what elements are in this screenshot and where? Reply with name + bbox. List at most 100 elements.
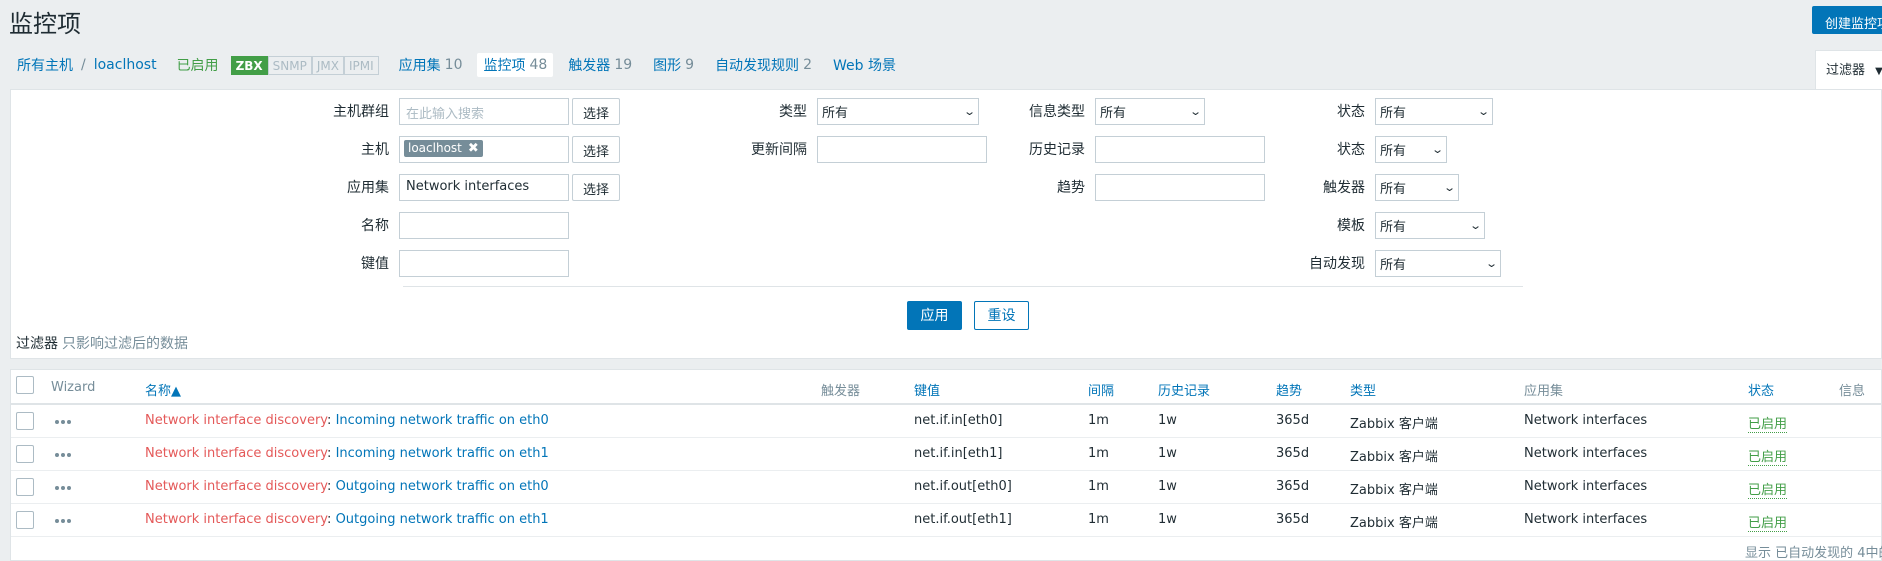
select-all-checkbox[interactable] bbox=[16, 376, 34, 394]
key-cell: net.if.in[eth1] bbox=[914, 446, 1003, 461]
discovery-rule-link[interactable]: Network interface discovery bbox=[145, 413, 327, 428]
key-label: 键值 bbox=[361, 256, 389, 272]
item-name-cell: Network interface discovery: Incoming ne… bbox=[145, 413, 549, 428]
name-row: 名称 bbox=[311, 211, 569, 239]
nav-discovery-rules[interactable]: 自动发现规则 2 bbox=[715, 53, 812, 77]
host-group-select-button[interactable]: 选择 bbox=[572, 97, 621, 125]
chevron-down-icon: ⌄ bbox=[1468, 218, 1482, 232]
key-cell: net.if.in[eth0] bbox=[914, 413, 1003, 428]
host-status-enabled[interactable]: 已启用 bbox=[177, 55, 219, 75]
trends-cell: 365d bbox=[1276, 446, 1310, 461]
host-group-label: 主机群组 bbox=[333, 104, 389, 120]
application-label: 应用集 bbox=[347, 180, 389, 196]
history-cell: 1w bbox=[1158, 512, 1177, 527]
history-input[interactable] bbox=[1095, 135, 1265, 163]
item-name-link[interactable]: Incoming network traffic on eth1 bbox=[336, 446, 549, 461]
status-toggle[interactable]: 已启用 bbox=[1748, 446, 1788, 466]
name-label: 名称 bbox=[361, 218, 389, 234]
header-history[interactable]: 历史记录 bbox=[1158, 380, 1210, 399]
header-name[interactable]: 名称▲ bbox=[145, 380, 181, 399]
status-toggle[interactable]: 已启用 bbox=[1748, 479, 1788, 499]
interval-cell: 1m bbox=[1088, 413, 1109, 428]
nav-applications[interactable]: 应用集 10 bbox=[399, 53, 463, 77]
discovery-select[interactable]: 所有 ⌄ bbox=[1375, 249, 1501, 277]
interval-input[interactable] bbox=[817, 135, 987, 163]
nav-graphs[interactable]: 图形 9 bbox=[653, 53, 694, 77]
more-options-icon[interactable] bbox=[55, 482, 73, 490]
more-options-icon[interactable] bbox=[55, 449, 73, 457]
application-input[interactable]: Network interfaces bbox=[399, 173, 569, 201]
header-interval[interactable]: 间隔 bbox=[1088, 380, 1114, 399]
more-options-icon[interactable] bbox=[55, 515, 73, 523]
trigger-select[interactable]: 所有 ⌄ bbox=[1375, 173, 1459, 201]
type-select[interactable]: 所有 ⌄ bbox=[817, 97, 979, 125]
trigger-row: 触发器 所有 ⌄ bbox=[1281, 173, 1459, 201]
host-link[interactable]: loaclhost bbox=[94, 57, 157, 73]
nav-items[interactable]: 监控项 48 bbox=[477, 53, 554, 77]
remove-chip-icon[interactable]: ✖ bbox=[468, 141, 479, 156]
header-wizard: Wizard bbox=[51, 380, 96, 395]
nav-web-scenarios[interactable]: Web 场景 bbox=[833, 53, 896, 77]
key-input[interactable] bbox=[399, 249, 569, 277]
host-input[interactable]: loaclhost ✖ bbox=[399, 135, 569, 163]
type-row: 类型 所有 ⌄ bbox=[711, 97, 979, 125]
type-cell: Zabbix 客户端 bbox=[1350, 417, 1438, 432]
header-type[interactable]: 类型 bbox=[1350, 380, 1376, 399]
filter-panel: 主机群组 在此输入搜索 选择 主机 loaclhost ✖ 选择 应用集 Netw… bbox=[10, 89, 1882, 359]
discovery-rule-link[interactable]: Network interface discovery bbox=[145, 512, 327, 527]
item-name-cell: Network interface discovery: Outgoing ne… bbox=[145, 512, 549, 527]
status-select[interactable]: 所有 ⌄ bbox=[1375, 135, 1447, 163]
header-info: 信息 bbox=[1839, 384, 1866, 399]
host-group-input[interactable]: 在此输入搜索 bbox=[399, 97, 569, 125]
table-footer-summary: 显示 已自动发现的 4中的4 bbox=[1745, 546, 1882, 561]
application-cell: Network interfaces bbox=[1524, 446, 1648, 461]
discovery-label: 自动发现 bbox=[1309, 256, 1365, 272]
item-name-link[interactable]: Outgoing network traffic on eth1 bbox=[336, 512, 549, 527]
host-group-row: 主机群组 在此输入搜索 选择 bbox=[311, 97, 621, 125]
key-cell: net.if.out[eth0] bbox=[914, 479, 1012, 494]
apply-button[interactable]: 应用 bbox=[907, 301, 962, 330]
item-name-link[interactable]: Incoming network traffic on eth0 bbox=[336, 413, 549, 428]
application-row: 应用集 Network interfaces 选择 bbox=[311, 173, 621, 201]
host-select-button[interactable]: 选择 bbox=[572, 135, 621, 163]
info-type-select[interactable]: 所有 ⌄ bbox=[1095, 97, 1205, 125]
template-select[interactable]: 所有 ⌄ bbox=[1375, 211, 1485, 239]
header-key[interactable]: 键值 bbox=[914, 380, 940, 399]
host-row: 主机 loaclhost ✖ 选择 bbox=[311, 135, 621, 163]
row-checkbox[interactable] bbox=[16, 478, 34, 496]
host-nav-links: 应用集 10 监控项 48 触发器 19 图形 9 自动发现规则 2 Web 场景 bbox=[399, 53, 917, 77]
table-row: Network interface discovery: Incoming ne… bbox=[11, 405, 1881, 438]
row-checkbox[interactable] bbox=[16, 445, 34, 463]
ipmi-tag: IPMI bbox=[343, 55, 379, 75]
nav-triggers[interactable]: 触发器 19 bbox=[568, 53, 632, 77]
discovery-rule-link[interactable]: Network interface discovery bbox=[145, 479, 327, 494]
host-nav: 所有主机 / loaclhost 已启用 ZBX SNMP JMX IPMI 应… bbox=[17, 53, 917, 77]
trends-cell: 365d bbox=[1276, 413, 1310, 428]
filter-divider bbox=[403, 286, 1523, 287]
trend-input[interactable] bbox=[1095, 173, 1265, 201]
create-item-button[interactable]: 创建监控项 bbox=[1812, 6, 1882, 34]
all-hosts-link[interactable]: 所有主机 bbox=[17, 55, 73, 75]
header-applications: 应用集 bbox=[1524, 384, 1564, 399]
row-checkbox[interactable] bbox=[16, 511, 34, 529]
status-toggle[interactable]: 已启用 bbox=[1748, 413, 1788, 433]
host-label: 主机 bbox=[361, 142, 389, 158]
header-trends[interactable]: 趋势 bbox=[1276, 380, 1302, 399]
jmx-tag: JMX bbox=[311, 55, 344, 75]
item-name-link[interactable]: Outgoing network traffic on eth0 bbox=[336, 479, 549, 494]
state-select[interactable]: 所有 ⌄ bbox=[1375, 97, 1493, 125]
discovery-rule-link[interactable]: Network interface discovery bbox=[145, 446, 327, 461]
application-select-button[interactable]: 选择 bbox=[572, 173, 621, 201]
history-row: 历史记录 bbox=[971, 135, 1265, 163]
reset-button[interactable]: 重设 bbox=[974, 301, 1029, 330]
application-cell: Network interfaces bbox=[1524, 512, 1648, 527]
row-checkbox[interactable] bbox=[16, 412, 34, 430]
name-input[interactable] bbox=[399, 211, 569, 239]
header-status[interactable]: 状态 bbox=[1748, 380, 1774, 399]
filter-tab-label: 过滤器 bbox=[1826, 63, 1866, 78]
history-cell: 1w bbox=[1158, 479, 1177, 494]
more-options-icon[interactable] bbox=[55, 416, 73, 424]
type-label: 类型 bbox=[779, 104, 807, 120]
filter-tab[interactable]: 过滤器 ▼ bbox=[1815, 50, 1882, 90]
status-toggle[interactable]: 已启用 bbox=[1748, 512, 1788, 532]
